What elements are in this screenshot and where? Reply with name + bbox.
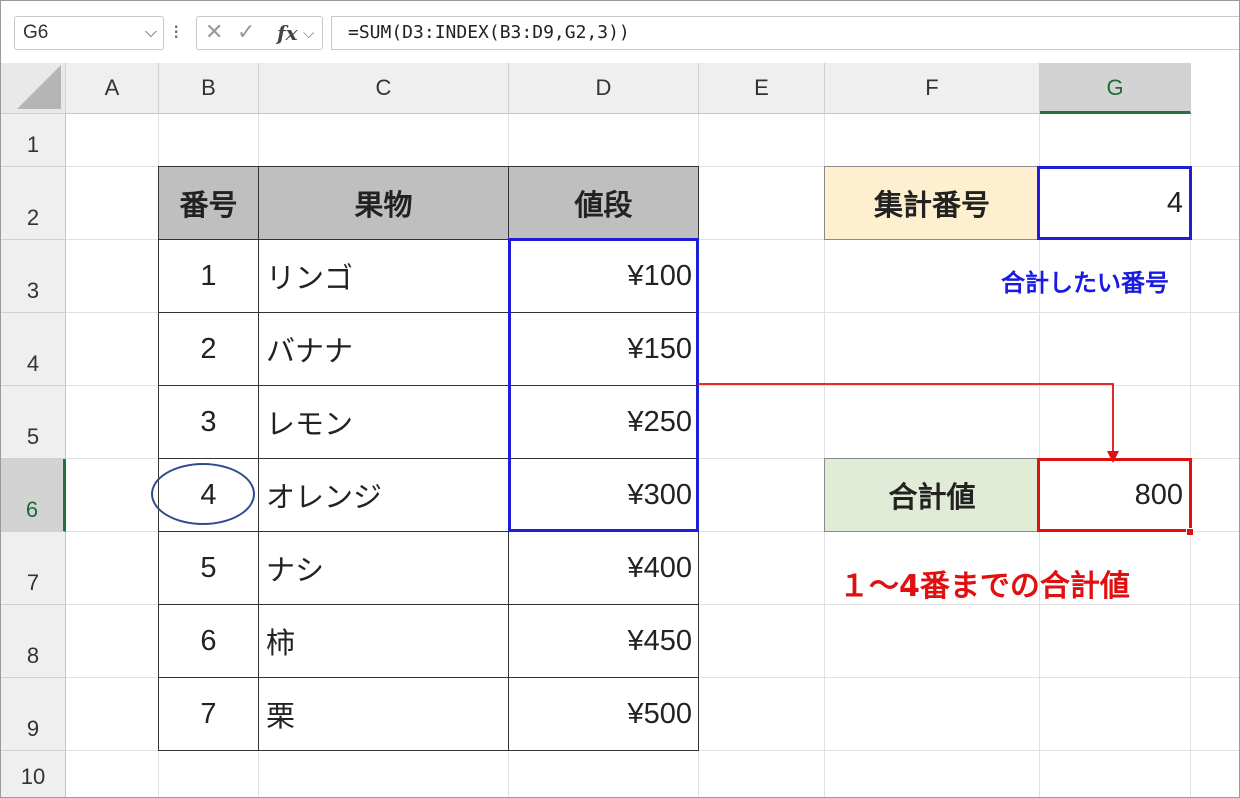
red-arrow xyxy=(698,383,1119,463)
spreadsheet-window: G6 ⌵ ⁝ ✕ ✓ fx ⌵ =SUM(D3:INDEX(B3:D9,G2,3… xyxy=(0,0,1240,798)
